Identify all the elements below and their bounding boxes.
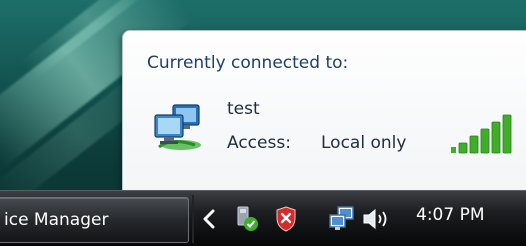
access-label: Access: xyxy=(227,133,291,153)
popup-title: Currently connected to: xyxy=(147,53,349,73)
network-icon[interactable] xyxy=(328,205,356,233)
taskbar-button-label: ice Manager xyxy=(4,210,109,230)
tray-divider xyxy=(192,195,194,243)
show-hidden-icons-chevron-icon[interactable] xyxy=(202,209,216,229)
taskbar-button-device-manager[interactable]: ice Manager xyxy=(0,197,189,243)
signal-bar xyxy=(480,128,490,154)
signal-baseline-dot xyxy=(451,147,456,153)
network-status-popup[interactable]: Currently connected to: test Access: Loc… xyxy=(122,30,526,192)
security-shield-icon[interactable] xyxy=(274,205,298,233)
signal-bar xyxy=(458,142,468,154)
signal-bar xyxy=(491,121,501,154)
network-name: test xyxy=(227,99,260,119)
safely-remove-hardware-icon[interactable] xyxy=(232,205,262,233)
taskbar-clock[interactable]: 4:07 PM xyxy=(416,205,485,225)
signal-strength-icon xyxy=(451,114,512,154)
signal-bar xyxy=(469,135,479,154)
taskbar: ice Manager 4:07 PM xyxy=(0,190,526,246)
volume-icon[interactable] xyxy=(361,205,395,233)
access-value: Local only xyxy=(321,133,407,153)
signal-bar xyxy=(502,114,512,154)
network-computers-icon xyxy=(154,104,201,150)
